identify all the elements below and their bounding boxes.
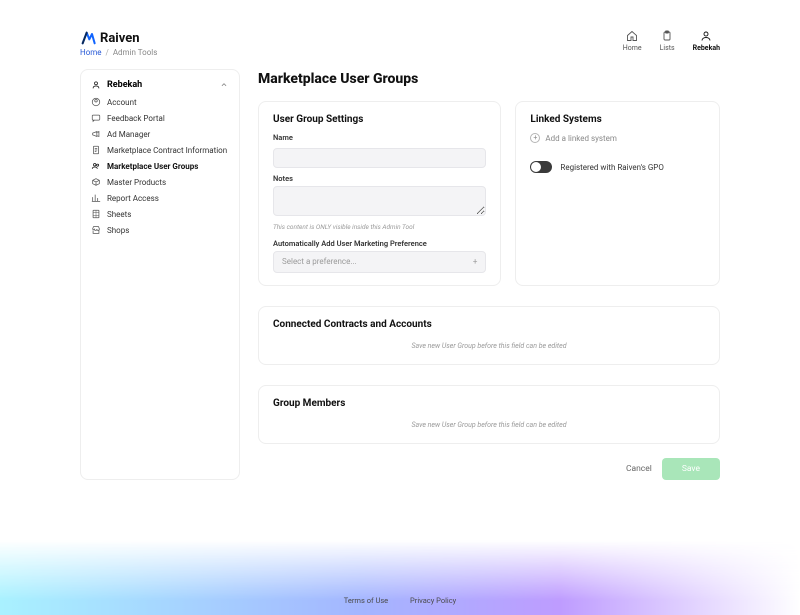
settings-heading: User Group Settings — [273, 114, 486, 125]
add-circle-icon: + — [530, 133, 540, 143]
contracts-heading: Connected Contracts and Accounts — [273, 319, 705, 330]
topnav-lists-label: Lists — [660, 44, 675, 52]
sidebar-item-label: Report Access — [107, 194, 159, 203]
notes-hint: This content is ONLY visible inside this… — [273, 223, 486, 231]
chevron-up-icon — [219, 80, 229, 90]
name-label: Name — [273, 133, 486, 142]
page-title: Marketplace User Groups — [258, 71, 720, 87]
brand-name: Raiven — [100, 31, 140, 46]
logo-icon — [80, 30, 96, 46]
sidebar-item-label: Account — [107, 98, 137, 107]
notes-label: Notes — [273, 174, 486, 183]
members-empty: Save new User Group before this field ca… — [273, 417, 705, 431]
footer-terms[interactable]: Terms of Use — [344, 596, 388, 605]
gpo-toggle[interactable] — [530, 161, 552, 173]
sidebar-item-marketplace-user-groups[interactable]: Marketplace User Groups — [81, 158, 239, 174]
add-linked-label: Add a linked system — [545, 134, 617, 143]
chart-icon — [91, 193, 101, 203]
members-heading: Group Members — [273, 398, 705, 409]
plus-icon[interactable]: + — [473, 258, 478, 266]
gpo-label: Registered with Raiven's GPO — [560, 163, 663, 172]
sidebar-item-label: Feedback Portal — [107, 114, 165, 123]
cancel-button[interactable]: Cancel — [626, 464, 652, 474]
pref-select[interactable]: Select a preference... + — [273, 251, 486, 273]
users-icon — [91, 161, 101, 171]
user-badge-icon — [91, 80, 101, 90]
connected-contracts-card: Connected Contracts and Accounts Save ne… — [258, 306, 720, 365]
footer-links: Terms of Use Privacy Policy — [0, 596, 800, 605]
sidebar-header[interactable]: Rebekah — [81, 78, 239, 94]
group-members-card: Group Members Save new User Group before… — [258, 385, 720, 444]
sidebar-item-shops[interactable]: Shops — [81, 222, 239, 238]
topnav-lists[interactable]: Lists — [660, 30, 675, 52]
sidebar-item-marketplace-contract-information[interactable]: Marketplace Contract Information — [81, 142, 239, 158]
sheet-icon — [91, 209, 101, 219]
sidebar-item-label: Sheets — [107, 210, 131, 219]
sidebar-item-ad-manager[interactable]: Ad Manager — [81, 126, 239, 142]
notes-input[interactable] — [273, 186, 486, 216]
topnav-home-label: Home — [623, 44, 642, 52]
topnav-home[interactable]: Home — [623, 30, 642, 52]
add-linked-system[interactable]: + Add a linked system — [530, 133, 705, 143]
user-icon — [700, 30, 712, 42]
brand[interactable]: Raiven — [80, 30, 157, 46]
topnav-user[interactable]: Rebekah — [693, 30, 720, 52]
breadcrumb-sep: / — [104, 48, 111, 57]
sidebar-item-label: Marketplace User Groups — [107, 162, 198, 171]
linked-systems-card: Linked Systems + Add a linked system Reg… — [515, 101, 720, 286]
sidebar-item-feedback-portal[interactable]: Feedback Portal — [81, 110, 239, 126]
sidebar-item-report-access[interactable]: Report Access — [81, 190, 239, 206]
sidebar-item-master-products[interactable]: Master Products — [81, 174, 239, 190]
sidebar-item-label: Master Products — [107, 178, 166, 187]
shop-icon — [91, 225, 101, 235]
doc-icon — [91, 145, 101, 155]
contracts-empty: Save new User Group before this field ca… — [273, 338, 705, 352]
sidebar-item-sheets[interactable]: Sheets — [81, 206, 239, 222]
name-input[interactable] — [273, 148, 486, 168]
sidebar-item-account[interactable]: Account — [81, 94, 239, 110]
clipboard-icon — [661, 30, 673, 42]
megaphone-icon — [91, 129, 101, 139]
footer-privacy[interactable]: Privacy Policy — [410, 596, 456, 605]
chat-icon — [91, 113, 101, 123]
save-button[interactable]: Save — [662, 458, 720, 480]
sidebar-item-label: Ad Manager — [107, 130, 150, 139]
pref-label: Automatically Add User Marketing Prefere… — [273, 239, 486, 248]
pref-placeholder: Select a preference... — [282, 257, 357, 266]
topnav-user-label: Rebekah — [693, 44, 720, 52]
breadcrumb: Home / Admin Tools — [80, 48, 157, 57]
user-circle-icon — [91, 97, 101, 107]
sidebar-item-label: Marketplace Contract Information — [107, 146, 227, 155]
breadcrumb-current: Admin Tools — [113, 48, 158, 57]
sidebar-header-label: Rebekah — [107, 80, 142, 90]
home-icon — [626, 30, 638, 42]
sidebar: Rebekah Account Feedback Portal Ad Manager… — [80, 69, 240, 480]
sidebar-item-label: Shops — [107, 226, 129, 235]
box-icon — [91, 177, 101, 187]
breadcrumb-home[interactable]: Home — [80, 48, 102, 57]
user-group-settings-card: User Group Settings Name Notes This cont… — [258, 101, 501, 286]
linked-heading: Linked Systems — [530, 114, 705, 125]
